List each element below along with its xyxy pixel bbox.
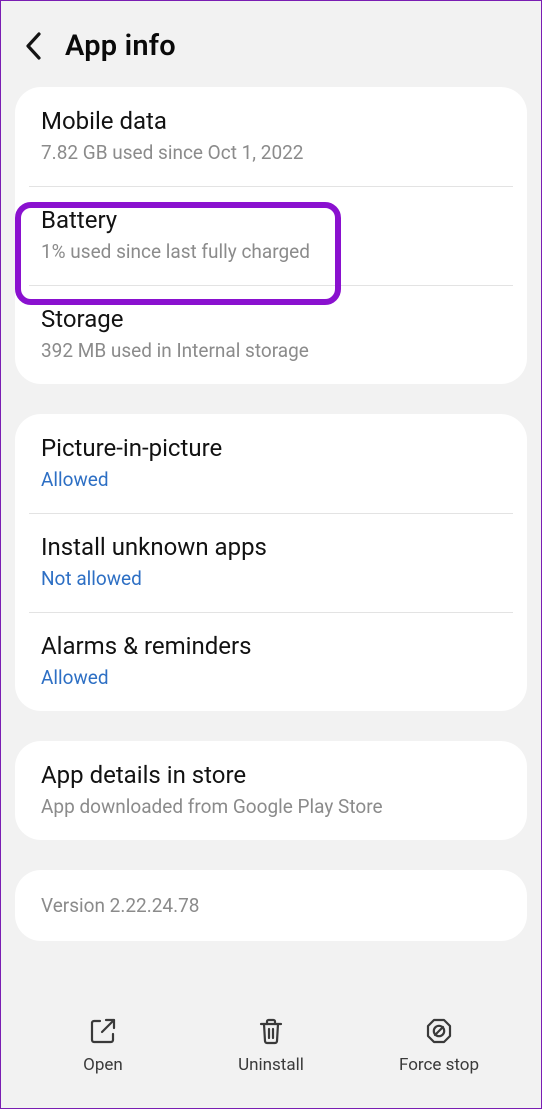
uninstall-label: Uninstall bbox=[238, 1055, 304, 1075]
row-title: Install unknown apps bbox=[41, 533, 501, 561]
open-button[interactable]: Open bbox=[19, 1015, 187, 1075]
store-card: App details in store App downloaded from… bbox=[15, 741, 527, 840]
row-title: Alarms & reminders bbox=[41, 632, 501, 660]
row-battery[interactable]: Battery 1% used since last fully charged bbox=[15, 186, 527, 285]
row-sub: Not allowed bbox=[41, 567, 501, 590]
row-alarms[interactable]: Alarms & reminders Allowed bbox=[15, 612, 527, 711]
row-install-unknown[interactable]: Install unknown apps Not allowed bbox=[15, 513, 527, 612]
force-stop-button[interactable]: Force stop bbox=[355, 1015, 523, 1075]
row-app-details[interactable]: App details in store App downloaded from… bbox=[15, 741, 527, 840]
bottom-bar: Open Uninstall Force stop bbox=[1, 990, 541, 1108]
version-card: Version 2.22.24.78 bbox=[15, 870, 527, 941]
stop-icon bbox=[423, 1015, 455, 1047]
row-title: Mobile data bbox=[41, 107, 501, 135]
back-icon[interactable] bbox=[23, 31, 45, 61]
row-sub: 1% used since last fully charged bbox=[41, 240, 501, 263]
header: App info bbox=[1, 1, 541, 87]
content: Mobile data 7.82 GB used since Oct 1, 20… bbox=[1, 87, 541, 990]
trash-icon bbox=[255, 1015, 287, 1047]
row-sub: App downloaded from Google Play Store bbox=[41, 795, 501, 818]
row-sub: Allowed bbox=[41, 468, 501, 491]
row-title: Battery bbox=[41, 206, 501, 234]
row-sub: 392 MB used in Internal storage bbox=[41, 339, 501, 362]
usage-card: Mobile data 7.82 GB used since Oct 1, 20… bbox=[15, 87, 527, 384]
open-label: Open bbox=[83, 1055, 123, 1075]
row-mobile-data[interactable]: Mobile data 7.82 GB used since Oct 1, 20… bbox=[15, 87, 527, 186]
row-storage[interactable]: Storage 392 MB used in Internal storage bbox=[15, 285, 527, 384]
row-title: App details in store bbox=[41, 761, 501, 789]
row-pip[interactable]: Picture-in-picture Allowed bbox=[15, 414, 527, 513]
row-sub: Allowed bbox=[41, 666, 501, 689]
force-stop-label: Force stop bbox=[399, 1055, 479, 1075]
open-icon bbox=[87, 1015, 119, 1047]
row-sub: 7.82 GB used since Oct 1, 2022 bbox=[41, 141, 501, 164]
row-title: Picture-in-picture bbox=[41, 434, 501, 462]
page-title: App info bbox=[65, 29, 176, 63]
uninstall-button[interactable]: Uninstall bbox=[187, 1015, 355, 1075]
row-title: Storage bbox=[41, 305, 501, 333]
permissions-card: Picture-in-picture Allowed Install unkno… bbox=[15, 414, 527, 711]
version-text: Version 2.22.24.78 bbox=[41, 894, 501, 917]
